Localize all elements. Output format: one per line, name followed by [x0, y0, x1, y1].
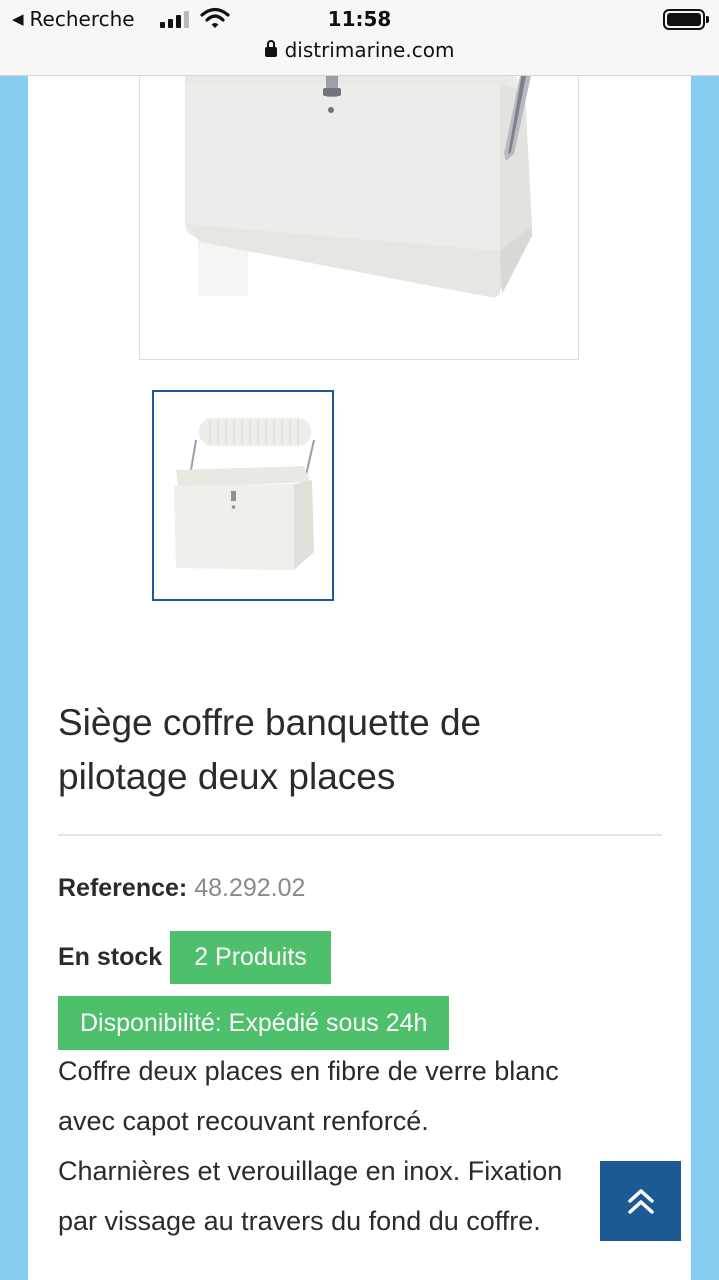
reference-label: Reference: [58, 874, 188, 902]
lock-icon [264, 40, 277, 57]
description-line: Charnières et verouillage en inox. Fixat… [58, 1156, 563, 1186]
reference-row: Reference: 48.292.02 [58, 874, 305, 903]
description-line: Coffre deux places en fibre de verre bla… [58, 1056, 559, 1086]
address-bar[interactable]: distrimarine.com [0, 38, 719, 62]
browser-status-bar: ◀ Recherche 11:58 distrimarine.com [0, 0, 719, 76]
product-description: Coffre deux places en fibre de verre bla… [58, 1046, 673, 1246]
url-text: distrimarine.com [284, 38, 455, 62]
scroll-to-top-button[interactable] [600, 1161, 681, 1241]
availability-badge: Disponibilité: Expédié sous 24h [58, 996, 450, 1050]
product-thumbnail[interactable] [152, 390, 334, 601]
title-divider [58, 834, 662, 836]
double-chevron-up-icon [627, 1189, 654, 1214]
battery-icon [663, 9, 709, 30]
stock-quantity-badge: 2 Produits [170, 931, 331, 984]
product-title: Siège coffre banquette de pilotage deux … [58, 696, 658, 804]
seat-chest-illustration [185, 66, 532, 298]
product-main-image[interactable] [139, 66, 579, 360]
product-title-line-2: pilotage deux places [58, 756, 396, 797]
product-card: Siège coffre banquette de pilotage deux … [28, 66, 691, 1280]
seat-chest-thumbnail-image [174, 418, 315, 570]
stock-row: En stock 2 Produits [58, 931, 331, 984]
description-line: avec capot recouvant renforcé. [58, 1106, 429, 1136]
product-title-line-1: Siège coffre banquette de [58, 702, 482, 743]
stock-label: En stock [58, 943, 163, 971]
reference-value: 48.292.02 [194, 874, 306, 902]
clock-time: 11:58 [327, 7, 392, 31]
description-line: par vissage au travers du fond du coffre… [58, 1206, 541, 1236]
